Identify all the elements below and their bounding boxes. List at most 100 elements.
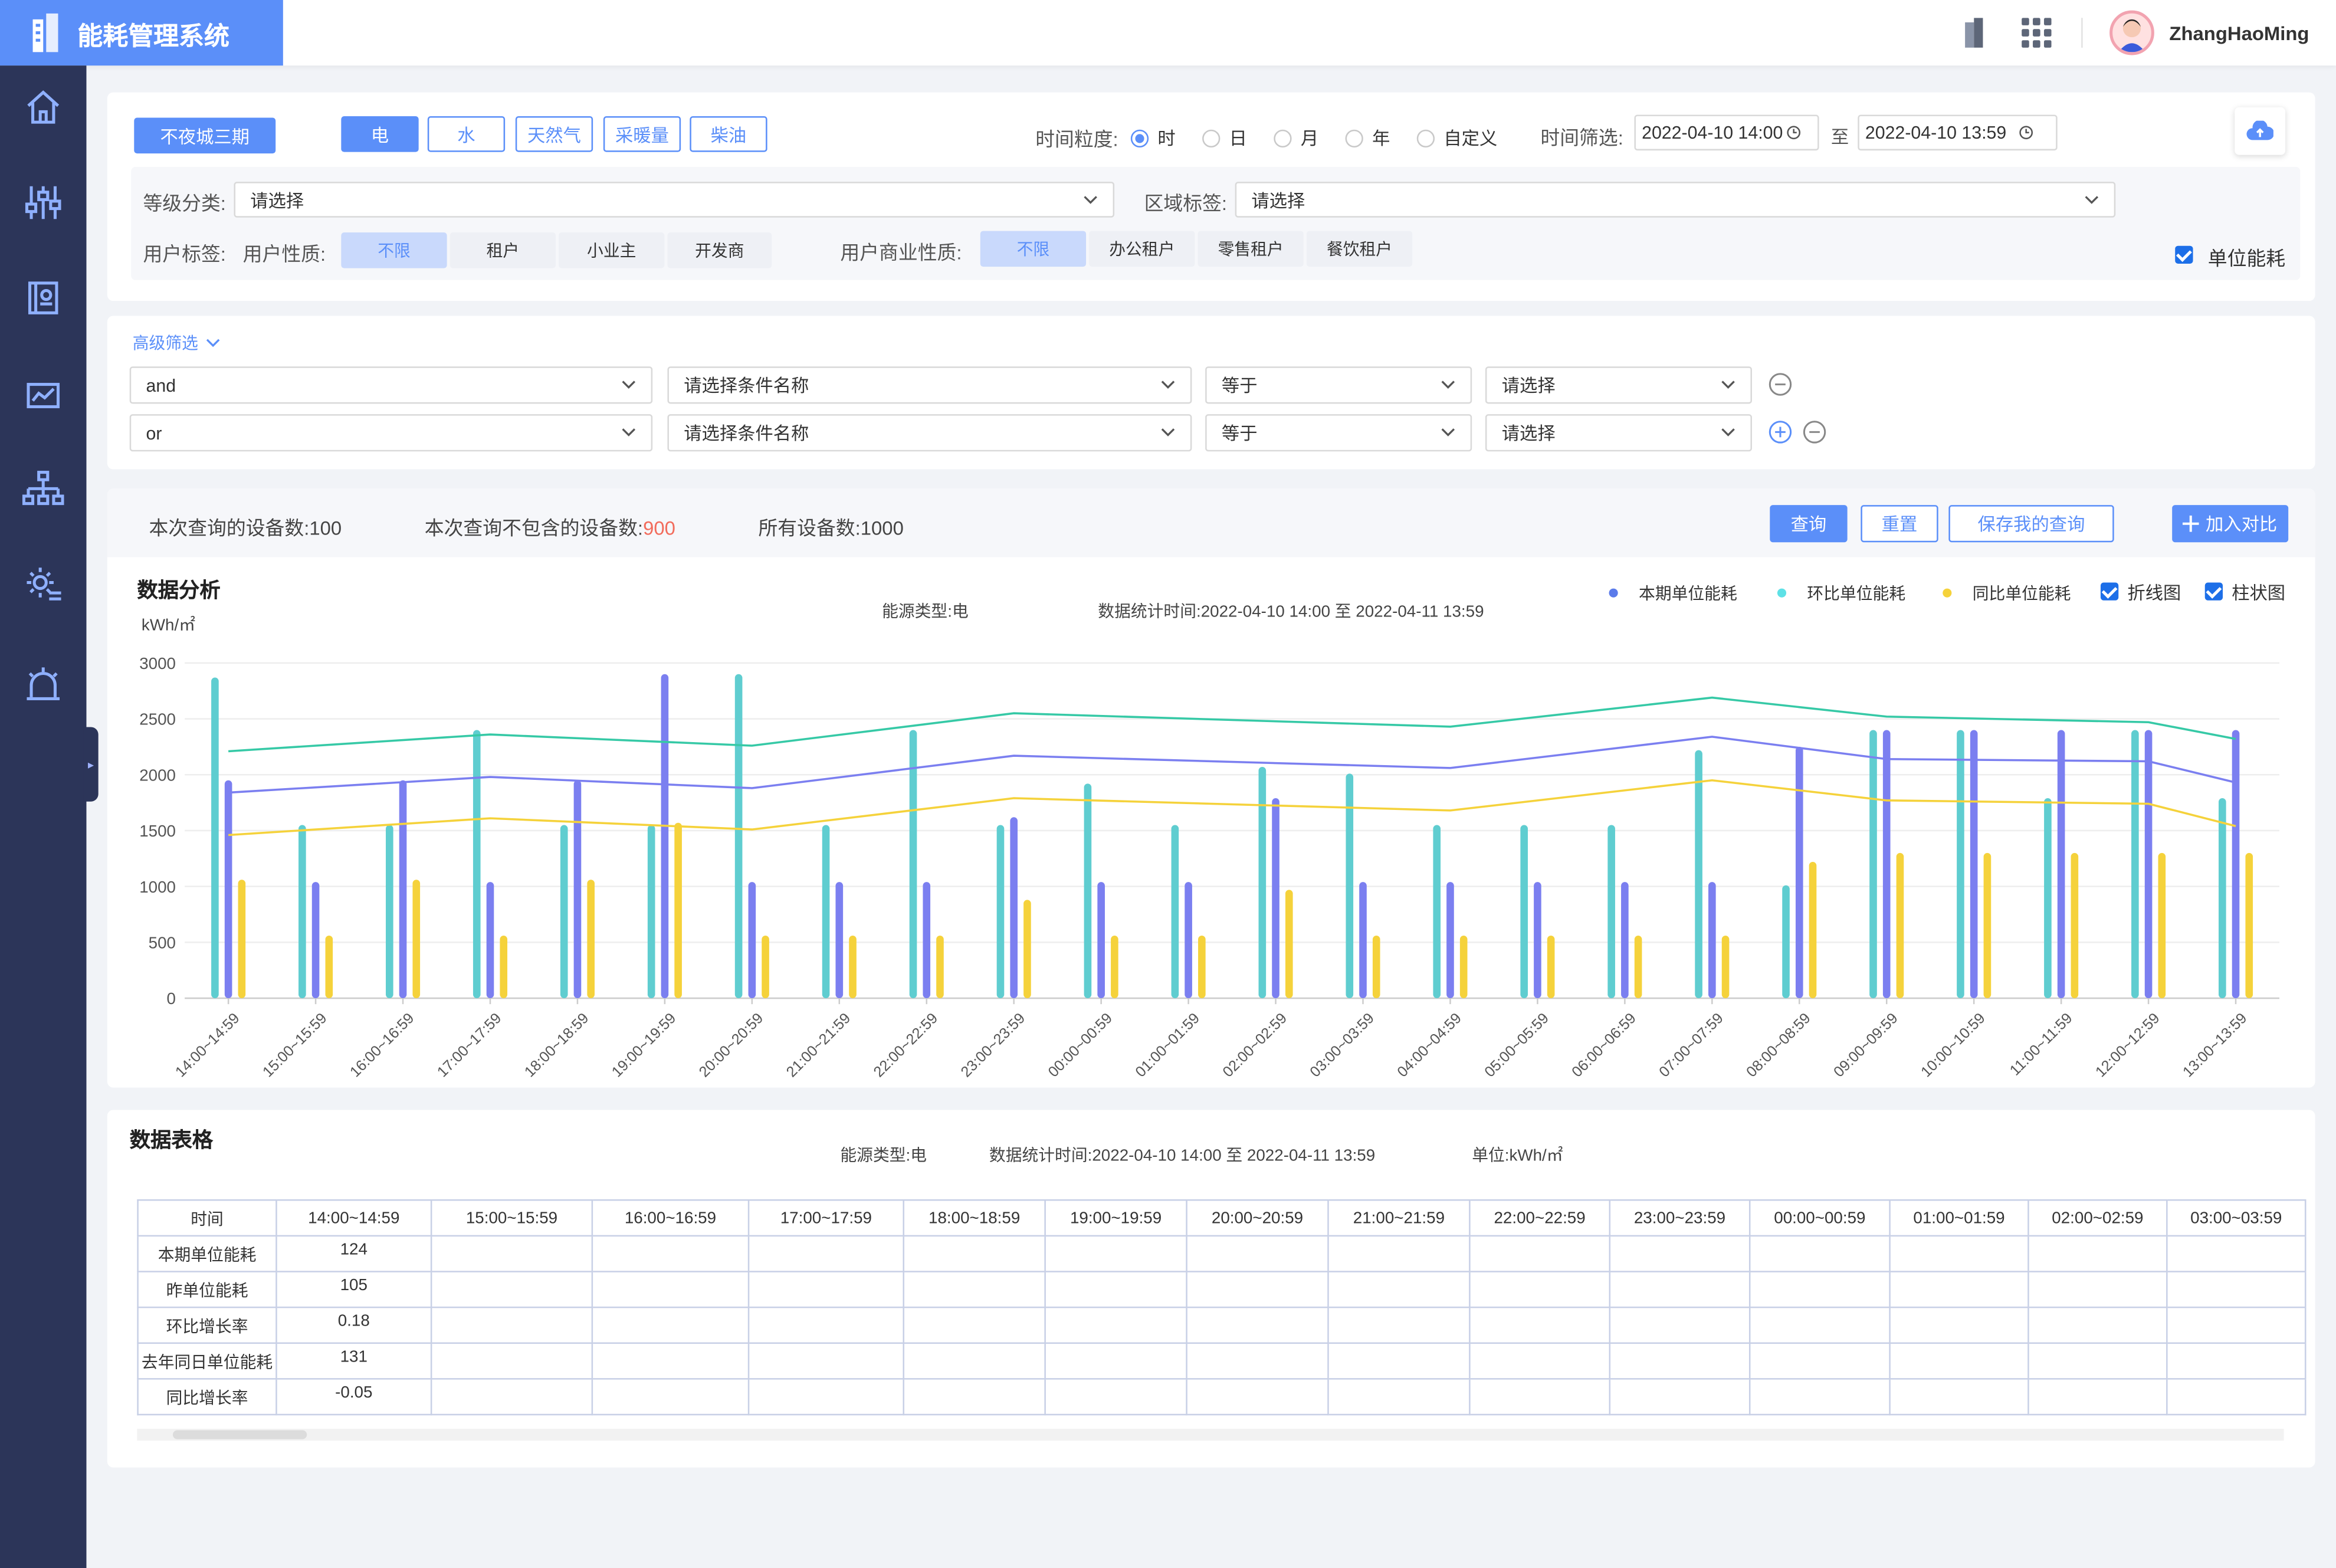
table-header-cell: 23:00~23:59: [1609, 1199, 1751, 1237]
table-cell: [2027, 1342, 2168, 1380]
bar-yoy: [1721, 936, 1730, 999]
table-cell: [903, 1271, 1046, 1308]
table-cell: [591, 1271, 750, 1308]
bar-mom: [1171, 825, 1179, 999]
bar-yoy: [1547, 936, 1555, 999]
bar-mom: [996, 825, 1005, 999]
table-cell: [591, 1342, 750, 1380]
bar-current: [1446, 882, 1454, 999]
table-cell: [1748, 1306, 1891, 1344]
table-header-cell: 02:00~02:59: [2027, 1199, 2168, 1237]
x-tick-label: 00:00~00:59: [1045, 1010, 1116, 1081]
bar-mom: [1869, 730, 1877, 999]
bar-yoy: [674, 822, 682, 999]
table-cell: [747, 1271, 904, 1308]
table-cell: [2027, 1378, 2168, 1416]
table-header-cell: 00:00~00:59: [1748, 1199, 1891, 1237]
bar-yoy: [1459, 936, 1468, 999]
table-cell: [430, 1378, 593, 1416]
table-cell: [1469, 1271, 1611, 1308]
table-cell: [2166, 1235, 2307, 1272]
table-cell: [1186, 1306, 1329, 1344]
table-cell: [1889, 1306, 2029, 1344]
table-cell: [1044, 1271, 1187, 1308]
bar-yoy: [1285, 890, 1293, 999]
y-tick-label: 1500: [139, 822, 176, 840]
y-tick-label: 500: [149, 933, 176, 952]
bar-yoy: [1983, 852, 1991, 999]
bar-current: [2057, 730, 2065, 999]
table-cell: [1609, 1306, 1751, 1344]
bar-current: [923, 882, 931, 999]
bar-yoy: [2158, 852, 2166, 999]
bar-mom: [473, 730, 481, 999]
table-horizontal-scrollbar[interactable]: [137, 1428, 2284, 1441]
table-row: 昨单位能耗 105: [137, 1271, 2307, 1308]
bar-yoy: [238, 880, 246, 999]
bar-yoy: [1634, 936, 1642, 999]
x-tick-label: 08:00~08:59: [1743, 1010, 1814, 1081]
x-tick-label: 23:00~23:59: [958, 1010, 1029, 1081]
bar-current: [1534, 882, 1541, 999]
bar-mom: [1433, 825, 1441, 999]
table-header-cell: 16:00~16:59: [591, 1199, 750, 1237]
table-row: 去年同日单位能耗 131: [137, 1342, 2307, 1380]
row-label: 去年同日单位能耗: [137, 1342, 277, 1380]
table-row: 本期单位能耗 124: [137, 1235, 2307, 1272]
table-cell: [1469, 1235, 1611, 1272]
table-cell: [591, 1235, 750, 1272]
bar-mom: [298, 825, 306, 999]
scrollbar-thumb[interactable]: [172, 1430, 307, 1439]
y-tick-label: 3000: [139, 654, 176, 673]
bar-yoy: [1809, 862, 1817, 999]
bar-mom: [1607, 825, 1615, 999]
bar-current: [2144, 730, 2153, 999]
row-label: 环比增长率: [137, 1306, 277, 1344]
table-cell: [1327, 1271, 1471, 1308]
bar-current: [1185, 882, 1192, 999]
table-cell: [747, 1235, 904, 1272]
x-tick-label: 18:00~18:59: [521, 1010, 592, 1081]
bar-current: [748, 882, 756, 999]
table-cell: [1327, 1235, 1471, 1272]
table-cell: [1469, 1378, 1611, 1416]
data-table: 时间 14:00~14:59 15:00~15:59 16:00~16:59 17:00…: [137, 1199, 2307, 1416]
energy-chart: 0 500 1000 1500 2000 2500 3000 14:00~14:59 15:00…: [139, 654, 2280, 1081]
bar-yoy: [762, 936, 769, 999]
table-cell: [747, 1342, 904, 1380]
bar-mom: [1957, 730, 1964, 999]
table-cell: [591, 1306, 750, 1344]
bar-yoy: [2071, 852, 2079, 999]
x-tick-label: 05:00~05:59: [1481, 1010, 1552, 1081]
table-cell: -0.05: [275, 1378, 432, 1416]
table-cell: [430, 1306, 593, 1344]
table-unit: 单位:kWh/㎡: [1472, 1147, 1563, 1165]
table-cell: [1044, 1342, 1187, 1380]
table-cell: [2027, 1271, 2168, 1308]
table-cell: [1889, 1342, 2029, 1380]
bar-yoy: [1896, 852, 1904, 999]
bar-yoy: [849, 936, 857, 999]
bar-mom: [2044, 798, 2052, 999]
bar-current: [661, 674, 669, 999]
x-tick-label: 17:00~17:59: [434, 1010, 505, 1081]
bar-yoy: [500, 936, 508, 999]
bar-current: [399, 780, 407, 999]
table-cell: [1609, 1342, 1751, 1380]
x-tick-label: 15:00~15:59: [260, 1010, 330, 1081]
table-header-cell: 22:00~22:59: [1469, 1199, 1611, 1237]
bar-mom: [211, 677, 219, 999]
table-cell: [2166, 1342, 2307, 1380]
table-header-cell: 15:00~15:59: [430, 1199, 593, 1237]
x-tick-label: 10:00~10:59: [1918, 1010, 1989, 1081]
table-cell: [2166, 1306, 2307, 1344]
table-cell: [1327, 1342, 1471, 1380]
bar-mom: [1520, 825, 1528, 999]
table-row: 环比增长率 0.18: [137, 1306, 2307, 1344]
bar-yoy: [936, 936, 944, 999]
table-cell: [1748, 1235, 1891, 1272]
table-energy-type: 能源类型:电: [840, 1147, 927, 1165]
bar-current: [1882, 730, 1891, 999]
row-label: 本期单位能耗: [137, 1235, 277, 1272]
bar-mom: [822, 825, 830, 999]
